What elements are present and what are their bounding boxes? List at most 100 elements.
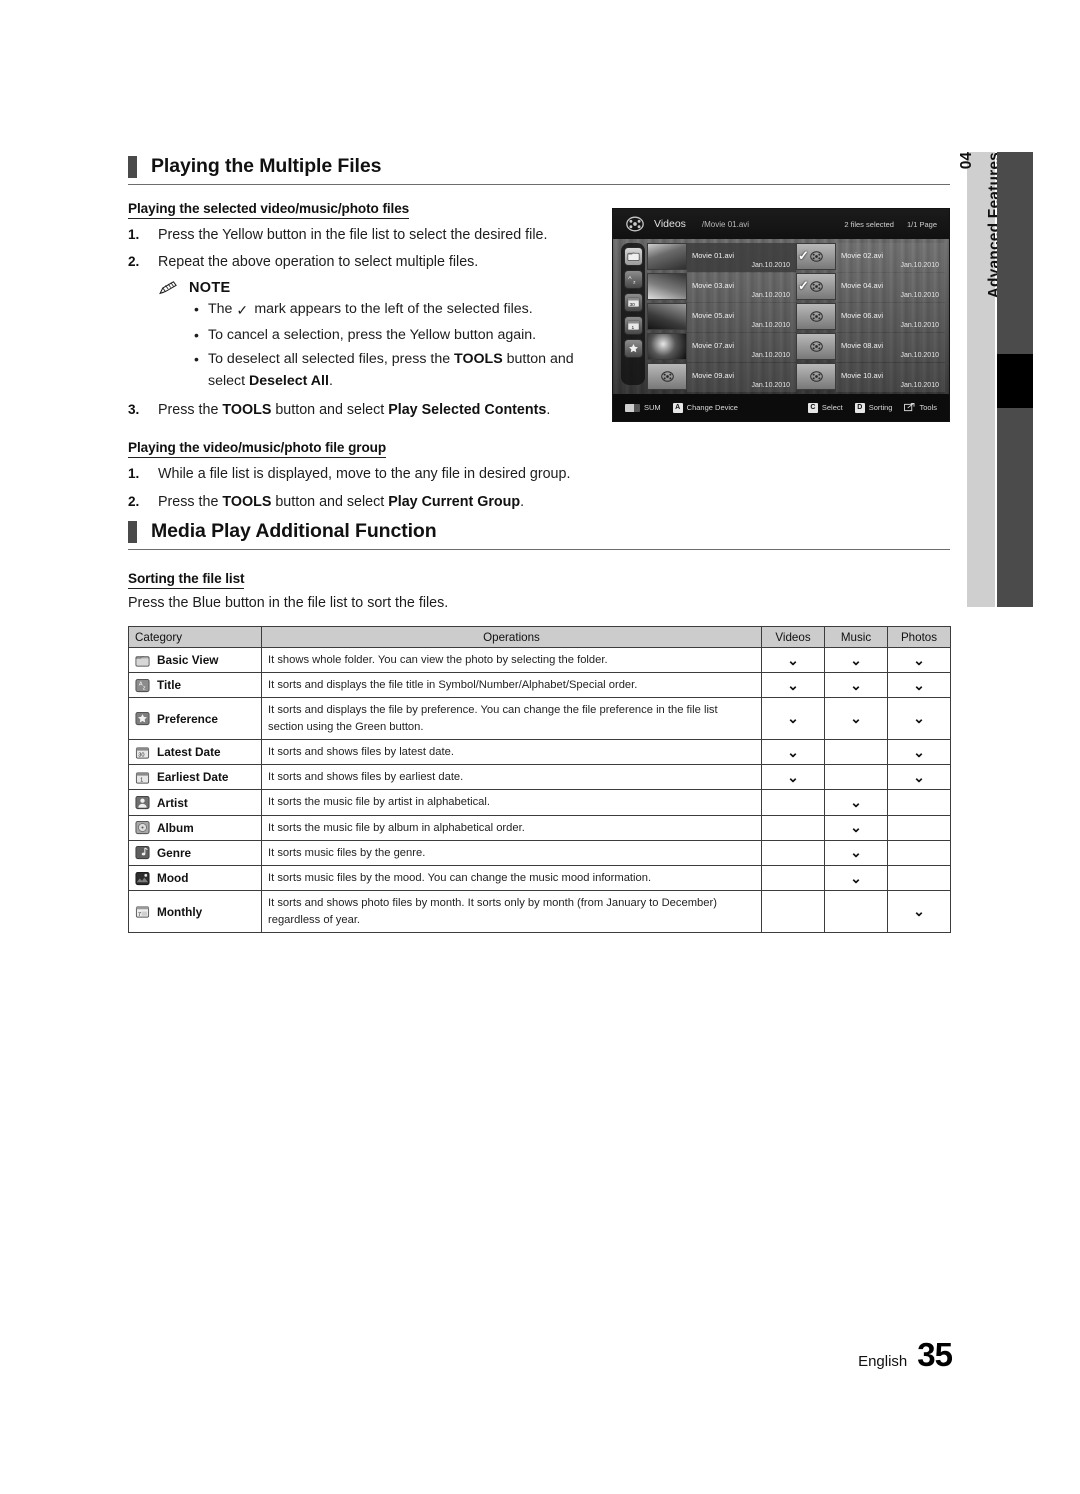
category-label: Latest Date bbox=[157, 745, 221, 760]
section-bar bbox=[128, 155, 137, 178]
tv-sorting-action[interactable]: D Sorting bbox=[854, 402, 892, 413]
table-cell-category: Album bbox=[128, 814, 262, 841]
note-bullet: • The ✓ mark appears to the left of the … bbox=[194, 298, 598, 323]
svg-text:1: 1 bbox=[631, 325, 634, 331]
az-sort-icon[interactable]: Az bbox=[623, 270, 643, 289]
chapter-number: 04 bbox=[958, 152, 975, 170]
calendar-30-icon[interactable]: 30 bbox=[623, 293, 643, 312]
tv-file-date: Jan.10.2010 bbox=[900, 292, 939, 299]
check-mark-icon: ✓ bbox=[236, 303, 249, 320]
tv-file-meta: Movie 08.avi Jan.10.2010 bbox=[836, 333, 945, 362]
tv-file-item[interactable]: Movie 08.avi Jan.10.2010 bbox=[796, 333, 945, 362]
section-title: Media Play Additional Function bbox=[151, 520, 437, 542]
tv-select-label: Select bbox=[821, 403, 843, 412]
step-item: 3. Press the TOOLS button and select Pla… bbox=[128, 399, 598, 421]
tv-file-item[interactable]: Movie 06.avi Jan.10.2010 bbox=[796, 303, 945, 332]
tv-sort-rail: Az 30 1 bbox=[621, 243, 645, 385]
tv-file-date: Jan.10.2010 bbox=[751, 352, 790, 359]
tv-change-device-action[interactable]: A Change Device bbox=[672, 402, 738, 413]
usb-icon bbox=[625, 403, 640, 412]
tv-file-grid: Movie 01.avi Jan.10.2010 ✓ Movie 02.avi … bbox=[647, 243, 945, 392]
table-cell-music: ⌄ bbox=[824, 789, 888, 816]
table-row: Genre It sorts music files by the genre.… bbox=[128, 839, 951, 867]
tv-file-item[interactable]: Movie 05.avi Jan.10.2010 bbox=[647, 303, 796, 332]
tv-file-name: Movie 03.avi bbox=[692, 281, 735, 290]
table-cell-photos bbox=[887, 789, 951, 816]
table-row: Az Title It sorts and displays the file … bbox=[128, 672, 951, 699]
calendar-1-icon[interactable]: 1 bbox=[623, 316, 643, 335]
table-row: 7 Monthly It sorts and shows photo files… bbox=[128, 890, 951, 933]
chevron-down-icon: ⌄ bbox=[850, 869, 862, 886]
chevron-down-icon: ⌄ bbox=[913, 743, 925, 760]
table-row: Album It sorts the music file by album i… bbox=[128, 814, 951, 841]
folder-icon[interactable] bbox=[623, 247, 643, 266]
chapter-stack bbox=[997, 152, 1033, 607]
tv-file-item[interactable]: ✓ Movie 04.avi Jan.10.2010 bbox=[796, 273, 945, 302]
chevron-down-icon: ⌄ bbox=[913, 651, 925, 668]
keyword-tools: TOOLS bbox=[222, 402, 272, 419]
step-number: 1. bbox=[128, 466, 140, 482]
tv-file-item[interactable]: Movie 10.avi Jan.10.2010 bbox=[796, 363, 945, 392]
tv-tools-label: Tools bbox=[919, 403, 937, 412]
tv-thumbnail bbox=[796, 363, 836, 390]
artist-icon bbox=[135, 795, 150, 810]
tv-file-name: Movie 07.avi bbox=[692, 341, 735, 350]
tv-tools-action[interactable]: Tools bbox=[904, 403, 937, 412]
tv-thumbnail bbox=[647, 363, 687, 390]
table-cell-category: Artist bbox=[128, 789, 262, 816]
tv-file-item[interactable]: Movie 03.avi Jan.10.2010 bbox=[647, 273, 796, 302]
table-cell-videos bbox=[761, 839, 825, 867]
page-footer: English 35 bbox=[858, 1336, 953, 1374]
chevron-down-icon: ⌄ bbox=[787, 743, 799, 760]
sorting-table: Category Operations Videos Music Photos … bbox=[128, 626, 951, 933]
table-cell-operations: It sorts and displays the file by prefer… bbox=[261, 697, 762, 740]
table-cell-photos: ⌄ bbox=[887, 738, 951, 766]
category-label: Monthly bbox=[157, 904, 203, 919]
tv-file-item[interactable]: Movie 07.avi Jan.10.2010 bbox=[647, 333, 796, 362]
table-cell-photos bbox=[887, 865, 951, 892]
table-cell-category: Az Title bbox=[128, 672, 262, 699]
subheading-selected-files: Playing the selected video/music/photo f… bbox=[128, 201, 409, 219]
bullet-dot: • bbox=[194, 350, 199, 367]
table-cell-videos: ⌄ bbox=[761, 738, 825, 766]
table-cell-operations: It shows whole folder. You can view the … bbox=[261, 646, 762, 674]
folder-icon bbox=[135, 653, 150, 668]
note-bullet-post: . bbox=[328, 373, 333, 390]
tv-file-item[interactable]: Movie 09.avi Jan.10.2010 bbox=[647, 363, 796, 392]
section-bar bbox=[128, 520, 137, 543]
keyword-play-current-group: Play Current Group bbox=[388, 493, 521, 510]
table-cell-music bbox=[824, 764, 888, 791]
svg-text:30: 30 bbox=[138, 752, 144, 758]
table-cell-operations: It sorts music files by the genre. bbox=[261, 839, 762, 867]
chevron-down-icon: ⌄ bbox=[787, 676, 799, 693]
check-mark-icon: ✓ bbox=[798, 248, 809, 263]
star-icon bbox=[135, 711, 150, 726]
table-header-photos: Photos bbox=[887, 626, 951, 648]
chevron-down-icon: ⌄ bbox=[913, 710, 925, 727]
tv-file-list-body: Az 30 1 Movie 01.avi Jan.10.2010 ✓ Movie… bbox=[613, 239, 949, 394]
tv-file-meta: Movie 09.avi Jan.10.2010 bbox=[687, 363, 796, 392]
table-cell-photos: ⌄ bbox=[887, 672, 951, 699]
note-bullet-pre: The bbox=[208, 301, 237, 318]
tv-file-item[interactable]: ✓ Movie 02.avi Jan.10.2010 bbox=[796, 243, 945, 272]
tv-file-name: Movie 09.avi bbox=[692, 371, 735, 380]
tv-file-row: Movie 05.avi Jan.10.2010 Movie 06.avi Ja… bbox=[647, 303, 945, 332]
step-item: 2. Press the TOOLS button and select Pla… bbox=[128, 491, 598, 513]
tv-select-action[interactable]: C Select bbox=[807, 402, 843, 413]
chevron-down-icon: ⌄ bbox=[850, 819, 862, 836]
chapter-stack-seg-bottom bbox=[997, 408, 1033, 607]
step-text-mid: button and select bbox=[271, 493, 389, 510]
table-cell-music bbox=[824, 738, 888, 766]
az-sort-icon: Az bbox=[135, 678, 150, 693]
table-cell-music: ⌄ bbox=[824, 814, 888, 841]
subheading-file-group: Playing the video/music/photo file group bbox=[128, 440, 386, 459]
chevron-down-icon: ⌄ bbox=[850, 651, 862, 668]
tv-file-name: Movie 10.avi bbox=[841, 371, 884, 380]
chapter-stack-seg-current bbox=[997, 354, 1033, 408]
star-icon[interactable] bbox=[623, 339, 643, 358]
tv-file-item[interactable]: Movie 01.avi Jan.10.2010 bbox=[647, 243, 796, 272]
table-cell-videos bbox=[761, 865, 825, 892]
table-cell-photos: ⌄ bbox=[887, 646, 951, 674]
genre-icon bbox=[135, 845, 150, 860]
table-cell-videos bbox=[761, 814, 825, 841]
